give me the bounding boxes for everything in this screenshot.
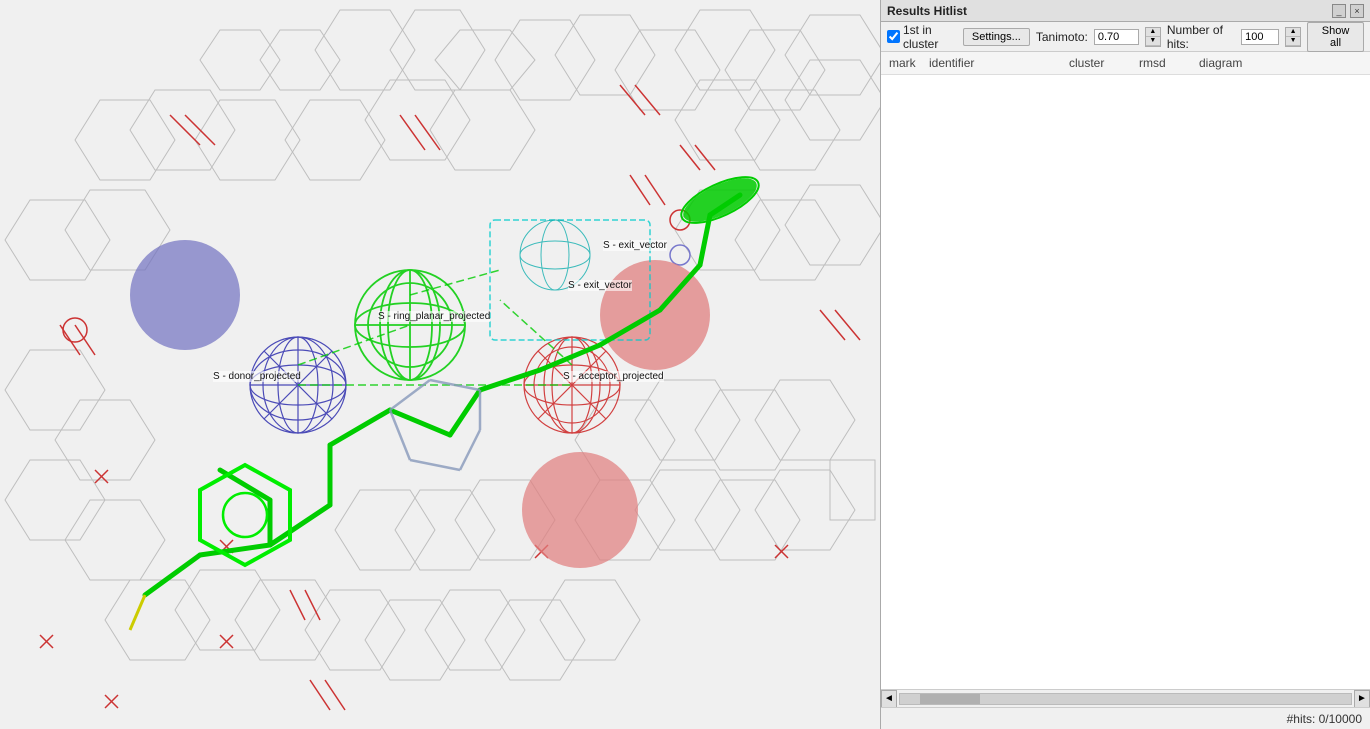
hits-status-text: #hits: 0/10000: [1287, 712, 1362, 726]
results-panel-title: Results Hitlist: [887, 4, 967, 18]
first-in-cluster-label[interactable]: 1st in cluster: [887, 23, 957, 51]
hits-spinner: ▲ ▼: [1285, 27, 1301, 47]
tanimoto-label: Tanimoto:: [1036, 30, 1088, 44]
column-header-rmsd: rmsd: [1139, 56, 1199, 70]
results-table-header: mark identifier cluster rmsd diagram: [881, 52, 1370, 75]
results-scrollbar-area[interactable]: ◄ ►: [881, 689, 1370, 707]
scroll-thumb[interactable]: [920, 694, 980, 704]
scroll-track[interactable]: [899, 693, 1352, 705]
hits-label: Number of hits:: [1167, 23, 1235, 51]
column-header-diagram: diagram: [1199, 56, 1279, 70]
hits-count-input[interactable]: [1241, 29, 1279, 45]
tanimoto-input[interactable]: [1094, 29, 1139, 45]
scroll-right-button[interactable]: ►: [1354, 690, 1370, 708]
hits-up-button[interactable]: ▲: [1286, 28, 1300, 37]
results-titlebar: Results Hitlist _ ×: [881, 0, 1370, 22]
minimize-button[interactable]: _: [1332, 4, 1346, 18]
close-button[interactable]: ×: [1350, 4, 1364, 18]
results-content[interactable]: [881, 75, 1370, 689]
results-toolbar: 1st in cluster Settings... Tanimoto: ▲ ▼…: [881, 22, 1370, 52]
tanimoto-spinner: ▲ ▼: [1145, 27, 1161, 47]
molecule-canvas: [0, 0, 880, 729]
show-all-button[interactable]: Show all: [1307, 22, 1364, 52]
titlebar-buttons: _ ×: [1332, 4, 1364, 18]
settings-button[interactable]: Settings...: [963, 28, 1030, 46]
molecule-viewer[interactable]: S - exit_vector S - exit_vector S - ring…: [0, 0, 880, 729]
tanimoto-up-button[interactable]: ▲: [1146, 28, 1160, 37]
tanimoto-down-button[interactable]: ▼: [1146, 37, 1160, 46]
results-panel: Results Hitlist _ × 1st in cluster Setti…: [880, 0, 1370, 729]
first-in-cluster-checkbox[interactable]: [887, 30, 900, 43]
column-header-identifier: identifier: [929, 56, 1069, 70]
results-statusbar: #hits: 0/10000: [881, 707, 1370, 729]
hits-down-button[interactable]: ▼: [1286, 37, 1300, 46]
column-header-cluster: cluster: [1069, 56, 1139, 70]
scroll-left-button[interactable]: ◄: [881, 690, 897, 708]
column-header-mark: mark: [889, 56, 929, 70]
